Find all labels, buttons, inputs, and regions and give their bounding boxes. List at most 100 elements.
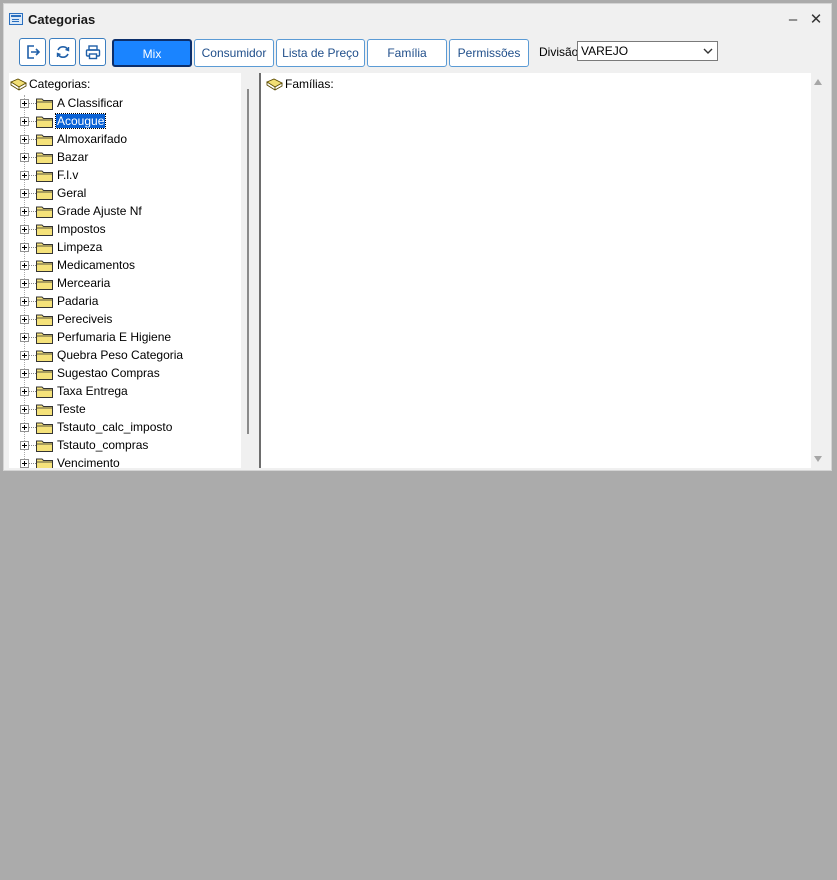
tree-connector bbox=[29, 103, 36, 104]
expand-plus-icon[interactable] bbox=[20, 207, 29, 216]
folder-icon bbox=[36, 206, 53, 218]
tree-item[interactable]: Limpeza bbox=[9, 239, 241, 257]
expand-plus-icon[interactable] bbox=[20, 225, 29, 234]
print-icon bbox=[85, 45, 101, 60]
refresh-button[interactable] bbox=[49, 38, 76, 66]
tab-familia[interactable]: Família bbox=[367, 39, 447, 67]
minimize-button[interactable]: – bbox=[782, 10, 804, 30]
tree-item[interactable]: Tstauto_calc_imposto bbox=[9, 419, 241, 437]
tree-item[interactable]: Quebra Peso Categoria bbox=[9, 347, 241, 365]
tree-item-label: A Classificar bbox=[57, 96, 124, 110]
tab-consumidor[interactable]: Consumidor bbox=[194, 39, 274, 67]
tree-connector bbox=[29, 139, 36, 140]
expand-plus-icon[interactable] bbox=[20, 261, 29, 270]
close-button[interactable]: ✕ bbox=[805, 10, 827, 30]
tree-item[interactable]: Grade Ajuste Nf bbox=[9, 203, 241, 221]
tree-item-label: Acougue bbox=[54, 113, 107, 129]
tree-connector bbox=[29, 301, 36, 302]
tree-item-label: Bazar bbox=[57, 150, 89, 164]
tree-item[interactable]: Almoxarifado bbox=[9, 131, 241, 149]
folder-icon bbox=[36, 458, 53, 468]
divisao-select[interactable]: VAREJO bbox=[577, 41, 718, 61]
tree-item[interactable]: Pereciveis bbox=[9, 311, 241, 329]
pane-splitter-handle[interactable] bbox=[247, 89, 249, 434]
folder-icon bbox=[36, 422, 53, 434]
tree-item[interactable]: Vencimento bbox=[9, 455, 241, 468]
vertical-scrollbar[interactable] bbox=[811, 73, 826, 468]
expand-plus-icon[interactable] bbox=[20, 99, 29, 108]
tree-connector bbox=[29, 319, 36, 320]
tree-item[interactable]: Medicamentos bbox=[9, 257, 241, 275]
print-button[interactable] bbox=[79, 38, 106, 66]
expand-plus-icon[interactable] bbox=[20, 153, 29, 162]
expand-plus-icon[interactable] bbox=[20, 369, 29, 378]
tree-item[interactable]: Impostos bbox=[9, 221, 241, 239]
divisao-value: VAREJO bbox=[581, 44, 629, 58]
expand-plus-icon[interactable] bbox=[20, 171, 29, 180]
expand-plus-icon[interactable] bbox=[20, 189, 29, 198]
tree-item[interactable]: A Classificar bbox=[9, 95, 241, 113]
tab-mix[interactable]: Mix bbox=[112, 39, 192, 67]
tree-connector bbox=[29, 157, 36, 158]
categories-tree-pane[interactable]: Categorias: A Classificar Acougue Almoxari… bbox=[9, 73, 241, 468]
families-tree-pane[interactable]: Famílias: bbox=[261, 73, 811, 468]
tree-connector bbox=[29, 211, 36, 212]
tree-item[interactable]: Padaria bbox=[9, 293, 241, 311]
tree-item[interactable]: Bazar bbox=[9, 149, 241, 167]
folder-icon bbox=[36, 260, 53, 272]
tree-item[interactable]: Perfumaria E Higiene bbox=[9, 329, 241, 347]
tree-item-label: Taxa Entrega bbox=[57, 384, 128, 398]
tree-item-label: Grade Ajuste Nf bbox=[57, 204, 142, 218]
tree-item-label: Vencimento bbox=[57, 456, 120, 468]
scroll-up-arrow-icon[interactable] bbox=[814, 79, 822, 85]
tree-connector bbox=[29, 229, 36, 230]
expand-plus-icon[interactable] bbox=[20, 387, 29, 396]
folder-icon bbox=[36, 170, 53, 182]
categories-tree: A Classificar Acougue Almoxarifado Bazar F.l… bbox=[9, 95, 241, 468]
expand-plus-icon[interactable] bbox=[20, 117, 29, 126]
tree-item[interactable]: F.l.v bbox=[9, 167, 241, 185]
expand-plus-icon[interactable] bbox=[20, 279, 29, 288]
expand-plus-icon[interactable] bbox=[20, 333, 29, 342]
expand-plus-icon[interactable] bbox=[20, 423, 29, 432]
tree-item[interactable]: Sugestao Compras bbox=[9, 365, 241, 383]
scroll-down-arrow-icon[interactable] bbox=[814, 456, 822, 462]
tree-item[interactable]: Geral bbox=[9, 185, 241, 203]
tree-connector bbox=[29, 409, 36, 410]
app-window-icon bbox=[9, 13, 23, 25]
tree-item-label: Mercearia bbox=[57, 276, 111, 290]
categories-root-label: Categorias: bbox=[29, 77, 91, 91]
exit-button[interactable] bbox=[19, 38, 46, 66]
tree-connector bbox=[29, 193, 36, 194]
folder-icon bbox=[36, 314, 53, 326]
tab-permissoes[interactable]: Permissões bbox=[449, 39, 529, 67]
tree-item[interactable]: Tstauto_compras bbox=[9, 437, 241, 455]
tree-item-label: Teste bbox=[57, 402, 86, 416]
expand-plus-icon[interactable] bbox=[20, 441, 29, 450]
tree-item[interactable]: Teste bbox=[9, 401, 241, 419]
expand-plus-icon[interactable] bbox=[20, 315, 29, 324]
expand-plus-icon[interactable] bbox=[20, 297, 29, 306]
tree-item[interactable]: Acougue bbox=[9, 113, 241, 131]
tree-connector bbox=[29, 445, 36, 446]
tree-item-label: Sugestao Compras bbox=[57, 366, 160, 380]
tree-item[interactable]: Taxa Entrega bbox=[9, 383, 241, 401]
title-bar: Categorias – ✕ bbox=[4, 4, 831, 35]
tab-lista-de-preco[interactable]: Lista de Preço bbox=[276, 39, 365, 67]
folder-icon bbox=[36, 188, 53, 200]
tree-item-label: F.l.v bbox=[57, 168, 79, 182]
tree-item-label: Limpeza bbox=[57, 240, 103, 254]
folder-icon bbox=[36, 224, 53, 236]
folder-icon bbox=[36, 440, 53, 452]
tree-item[interactable]: Mercearia bbox=[9, 275, 241, 293]
expand-plus-icon[interactable] bbox=[20, 405, 29, 414]
expand-plus-icon[interactable] bbox=[20, 243, 29, 252]
tree-connector bbox=[29, 283, 36, 284]
folder-icon bbox=[36, 278, 53, 290]
tree-connector bbox=[29, 373, 36, 374]
folder-icon bbox=[36, 242, 53, 254]
expand-plus-icon[interactable] bbox=[20, 135, 29, 144]
expand-plus-icon[interactable] bbox=[20, 351, 29, 360]
expand-plus-icon[interactable] bbox=[20, 459, 29, 468]
tree-connector bbox=[29, 355, 36, 356]
